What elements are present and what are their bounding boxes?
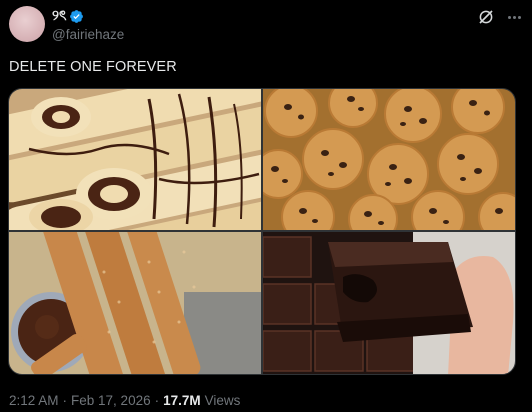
views-label: Views [204,393,241,408]
meta-separator-1: · [62,393,68,408]
tweet-text: DELETE ONE FOREVER [9,59,177,75]
avatar[interactable] [9,6,45,42]
author-name-row: ୨ৎ [52,7,84,24]
meta-separator-2: · [154,393,160,408]
tweet-date[interactable]: Feb 17, 2026 [71,393,151,408]
brownies-photo[interactable] [263,232,515,374]
views-count: 17.7M [163,393,201,408]
author-handle[interactable]: @fairiehaze [52,27,124,42]
crepes-nutella-photo[interactable] [9,89,261,230]
tweet-meta: 2:12 AM · Feb 17, 2026 · 17.7M Views [9,393,240,408]
tweet-header: ୨ৎ @fairiehaze [9,6,523,44]
churros-photo[interactable] [9,232,261,374]
chocolate-chip-cookies-photo[interactable] [263,89,515,230]
author-display-name[interactable]: ୨ৎ [52,4,66,28]
media-grid [8,88,516,375]
grok-icon[interactable] [477,8,495,26]
tweet-time[interactable]: 2:12 AM [9,393,59,408]
verified-badge-icon [70,9,84,23]
more-icon[interactable] [505,8,523,26]
